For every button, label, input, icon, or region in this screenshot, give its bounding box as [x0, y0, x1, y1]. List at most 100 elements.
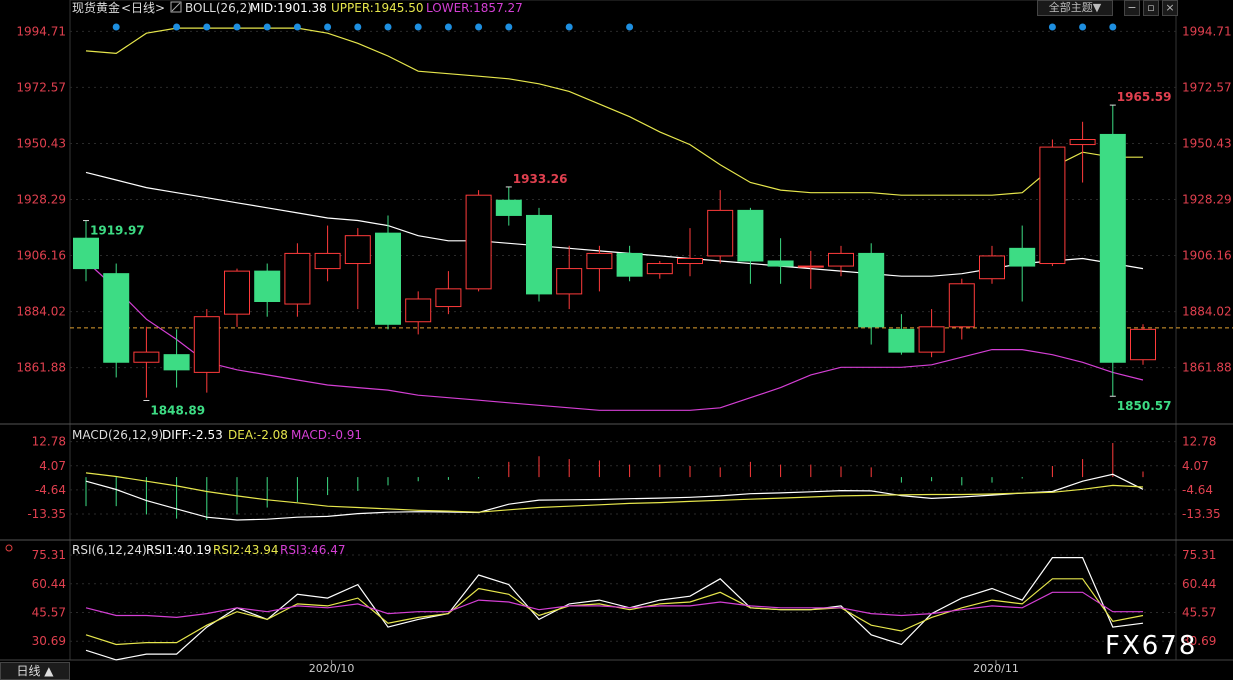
date-axis: 2020/10 2020/11 — [309, 660, 1019, 675]
candle-body — [1130, 328, 1156, 361]
macd-panel — [85, 443, 1144, 521]
candle-body — [284, 252, 311, 305]
rsi-name: RSI(6,12,24) — [72, 543, 147, 557]
boll-upper-value: UPPER:1945.50 — [331, 1, 423, 15]
y-tick-label-left: 1884.02 — [16, 305, 66, 319]
watermark: FX678 — [1105, 631, 1197, 661]
candle-body — [73, 237, 99, 270]
signal-dot — [112, 23, 120, 31]
candle-body — [224, 270, 250, 315]
candle-body — [1039, 146, 1066, 265]
signal-dot — [475, 23, 483, 31]
macd-name: MACD(26,12,9) — [72, 428, 163, 442]
candle-body — [828, 252, 854, 267]
candle-body — [1009, 247, 1036, 267]
x-tick-label: 2020/10 — [309, 662, 355, 675]
rsi1-value: RSI1:40.19 — [146, 543, 212, 557]
candle-body — [163, 354, 190, 371]
candle-body — [405, 298, 432, 323]
theme-select-button[interactable]: 全部主题▼ — [1037, 0, 1113, 16]
y-tick-label-right: 4.07 — [1182, 459, 1209, 473]
y-tick-label-right: 12.78 — [1182, 435, 1216, 449]
y-tick-label-left: 12.78 — [32, 435, 66, 449]
candle-body — [435, 288, 462, 308]
y-tick-label-right: 1861.88 — [1182, 361, 1232, 375]
signal-dots — [112, 23, 1117, 31]
y-tick-label-left: -13.35 — [27, 507, 66, 521]
instrument-name: 现货黄金 — [72, 0, 120, 15]
boll-mid-value: MID:1901.38 — [250, 1, 327, 15]
candle-body — [737, 209, 764, 262]
y-tick-label-right: 1884.02 — [1182, 305, 1232, 319]
rsi2-line — [85, 578, 1144, 646]
signal-dot — [565, 23, 573, 31]
signal-dot — [414, 23, 422, 31]
macd-dea-line — [85, 472, 1144, 513]
signal-dot — [1109, 23, 1117, 31]
y-tick-label-left: 45.57 — [32, 605, 66, 619]
y-tick-label-left: 30.69 — [32, 634, 66, 648]
minimize-button[interactable]: − — [1124, 0, 1140, 16]
signal-dot — [384, 23, 392, 31]
candle-body — [103, 273, 130, 363]
signal-dot — [173, 23, 181, 31]
main-header: 现货黄金 <日线> BOLL(26,2) MID:1901.38 UPPER:1… — [72, 0, 523, 15]
candle-body — [797, 265, 824, 268]
y-tick-label-left: 4.07 — [39, 459, 66, 473]
rsi-panel — [85, 556, 1144, 661]
rsi2-value: RSI2:43.94 — [213, 543, 279, 557]
candle-body — [1099, 133, 1126, 363]
boll-upper-line — [85, 27, 1143, 196]
candle-body — [888, 328, 915, 353]
candle-body — [254, 270, 281, 302]
period-tag: <日线> — [121, 1, 165, 15]
y-tick-label-right: -13.35 — [1182, 507, 1221, 521]
boll-name: BOLL(26,2) — [185, 1, 252, 15]
candle-body — [495, 199, 522, 216]
y-tick-label-right: 45.57 — [1182, 605, 1216, 619]
signal-dot — [354, 23, 362, 31]
settings-icon[interactable] — [5, 544, 13, 552]
y-tick-label-right: 1972.57 — [1182, 80, 1232, 94]
boll-lines — [85, 27, 1144, 411]
candle-body — [948, 283, 975, 328]
chart-canvas: 1919.97 1848.89 1933.26 1965.59 1850.57 1994… — [0, 0, 1233, 675]
period-button[interactable]: 日线 ▲ — [0, 662, 70, 680]
candle-body — [526, 214, 552, 295]
y-tick-label-right: 1994.71 — [1182, 24, 1232, 38]
candle-body — [918, 326, 945, 353]
signal-dot — [203, 23, 211, 31]
signal-dot — [233, 23, 241, 31]
y-tick-label-right: 1950.43 — [1182, 136, 1232, 150]
signal-dot — [293, 23, 301, 31]
y-tick-label-left: 1950.43 — [16, 136, 66, 150]
x-tick-label: 2020/11 — [973, 662, 1019, 675]
y-tick-label-left: 1906.16 — [16, 249, 66, 263]
candle-body — [193, 316, 220, 373]
candle-body — [344, 235, 371, 265]
candlesticks — [73, 105, 1156, 398]
candle-body — [979, 255, 1005, 280]
low-price-label: 1919.97 — [90, 224, 145, 238]
y-tick-label-right: -4.64 — [1182, 483, 1213, 497]
signal-dot — [1048, 23, 1056, 31]
y-tick-label-left: 1972.57 — [16, 80, 66, 94]
candle-body — [133, 351, 160, 363]
candle-body — [858, 252, 885, 328]
high-price-label: 1965.59 — [1117, 90, 1172, 104]
panel-button[interactable]: ▫ — [1143, 0, 1159, 16]
y-tick-label-left: 60.44 — [32, 577, 66, 591]
y-tick-label-right: 75.31 — [1182, 548, 1216, 562]
signal-dot — [626, 23, 634, 31]
y-tick-label-right: 1906.16 — [1182, 249, 1232, 263]
y-tick-label-right: 60.44 — [1182, 577, 1216, 591]
macd-dea-value: DEA:-2.08 — [228, 428, 288, 442]
high-price-label: 1933.26 — [513, 172, 568, 186]
close-button[interactable]: × — [1162, 0, 1178, 16]
candle-body — [314, 252, 341, 270]
rsi3-value: RSI3:46.47 — [280, 543, 346, 557]
signal-dot — [1079, 23, 1087, 31]
frame — [0, 0, 1233, 661]
candle-body — [646, 263, 673, 275]
y-tick-label-left: 1994.71 — [16, 24, 66, 38]
